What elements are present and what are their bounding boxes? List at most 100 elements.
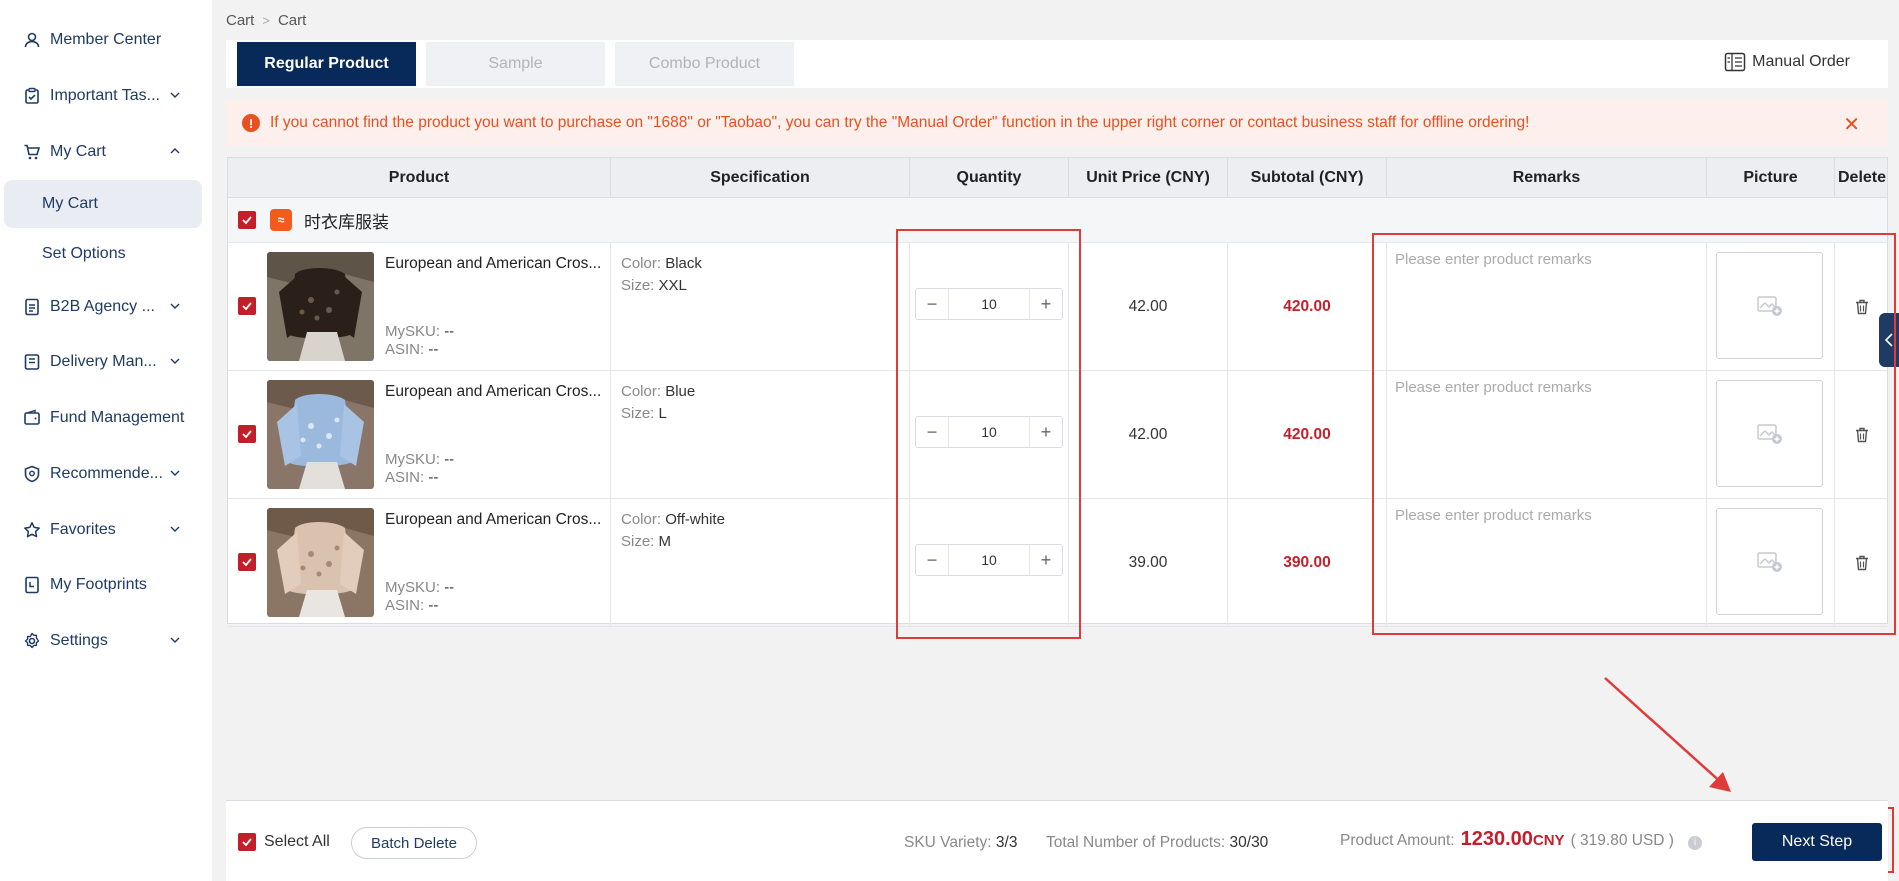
sidebar-item-settings[interactable]: Settings (0, 621, 212, 661)
spec-color-label: Color: (621, 383, 662, 400)
specification-cell: Color: Blue Size: L (611, 371, 910, 499)
spec-color-value: Off-white (665, 511, 725, 528)
row-checkbox[interactable] (238, 425, 256, 443)
gear-icon (22, 631, 42, 651)
sidebar-item-fund-management[interactable]: Fund Management (0, 398, 212, 438)
quantity-highlight-box (896, 229, 1081, 639)
mysku-value: -- (444, 323, 455, 340)
tab-combo-product[interactable]: Combo Product (615, 42, 794, 86)
star-icon (22, 520, 42, 540)
sidebar-item-label: Favorites (50, 521, 116, 538)
unit-price-cell: 39.00 (1069, 499, 1228, 627)
spec-color-label: Color: (621, 255, 662, 272)
sidebar-subitem-label: My Cart (42, 195, 98, 212)
column-header-specification: Specification (611, 158, 910, 198)
shop-checkbox[interactable] (238, 211, 256, 229)
remarks-picture-highlight-box (1372, 233, 1896, 635)
sku-variety-value: 3/3 (995, 834, 1018, 851)
document-icon (22, 297, 42, 317)
check-icon (242, 558, 252, 567)
column-header-picture: Picture (1707, 158, 1835, 198)
sidebar-item-favorites[interactable]: Favorites (0, 510, 212, 550)
sidebar-item-label: My Cart (50, 143, 106, 160)
sidebar-item-delivery-management[interactable]: Delivery Man... (0, 342, 212, 382)
product-asin: ASIN: -- (385, 341, 438, 358)
warning-icon: ! (242, 114, 260, 132)
select-all-check (238, 833, 256, 851)
sidebar-item-recommended[interactable]: Recommende... (0, 454, 212, 494)
spec-size-value: M (658, 533, 672, 550)
cart-footer: Select All Batch Delete SKU Variety: 3/3… (226, 800, 1888, 881)
sidebar-subitem-set-options[interactable]: Set Options (4, 230, 202, 278)
column-header-unit-price: Unit Price (CNY) (1069, 158, 1228, 198)
product-asin: ASIN: -- (385, 469, 438, 486)
manual-order-button[interactable]: Manual Order (1724, 52, 1850, 72)
column-header-quantity: Quantity (910, 158, 1069, 198)
sidebar-item-my-cart[interactable]: My Cart (0, 132, 212, 172)
tab-regular-product[interactable]: Regular Product (237, 42, 416, 86)
row-checkbox[interactable] (238, 553, 256, 571)
row-checkbox[interactable] (238, 297, 256, 315)
product-name[interactable]: European and American Cros... (385, 255, 601, 273)
spec-color: Color: Blue (621, 383, 695, 400)
product-mysku: MySKU: -- (385, 579, 454, 596)
product-name[interactable]: European and American Cros... (385, 383, 601, 401)
chevron-down-icon (170, 358, 180, 364)
asin-value: -- (428, 341, 439, 358)
total-products-value: 30/30 (1229, 834, 1269, 851)
sidebar-item-label: Settings (50, 632, 108, 649)
asin-value: -- (428, 597, 439, 614)
next-step-button[interactable]: Next Step (1752, 823, 1882, 861)
column-header-remarks: Remarks (1387, 158, 1707, 198)
tab-sample[interactable]: Sample (426, 42, 605, 86)
shop-logo-icon: ≈ (270, 209, 292, 231)
spec-size: Size: L (621, 405, 667, 422)
specification-cell: Color: Black Size: XXL (611, 243, 910, 371)
batch-delete-button[interactable]: Batch Delete (351, 827, 477, 859)
product-amount: Product Amount: 1230.00 CNY ( 319.80 USD… (1340, 828, 1702, 851)
unit-price-cell: 42.00 (1069, 371, 1228, 499)
shop-name: 时衣库服装 (304, 212, 389, 232)
sidebar-item-my-footprints[interactable]: My Footprints (0, 565, 212, 605)
spec-size-value: XXL (658, 277, 687, 294)
breadcrumb-item[interactable]: Cart (226, 12, 254, 29)
check-icon (242, 216, 252, 225)
unit-price-cell: 42.00 (1069, 243, 1228, 371)
chevron-down-icon (170, 470, 180, 476)
sidebar-item-label: Important Tas... (50, 87, 160, 104)
check-icon (242, 430, 252, 439)
close-icon[interactable]: ✕ (1843, 112, 1860, 137)
info-icon[interactable]: i (1687, 835, 1702, 850)
chevron-up-icon (170, 148, 180, 154)
spec-size-label: Size: (621, 277, 655, 294)
product-image[interactable] (267, 252, 374, 361)
truck-icon (22, 352, 42, 372)
product-mysku: MySKU: -- (385, 451, 454, 468)
select-all-checkbox[interactable]: Select All (238, 833, 330, 851)
product-asin: ASIN: -- (385, 597, 438, 614)
breadcrumb-item-current: Cart (277, 12, 307, 29)
notice-banner: ! If you cannot find the product you wan… (226, 100, 1888, 146)
spec-size-value: L (658, 405, 667, 422)
sidebar-subitem-label: Set Options (42, 245, 126, 262)
sidebar-item-important-tasks[interactable]: Important Tas... (0, 76, 212, 116)
check-icon (242, 838, 252, 847)
sidebar-item-member-center[interactable]: Member Center (0, 20, 212, 60)
product-name[interactable]: European and American Cros... (385, 511, 601, 529)
sidebar-subitem-my-cart[interactable]: My Cart (4, 180, 202, 228)
clipboard-icon (22, 86, 42, 106)
subtotal-cell: 390.00 (1228, 499, 1387, 627)
sidebar-item-label: Delivery Man... (50, 353, 157, 370)
sidebar-item-label: Member Center (50, 31, 162, 48)
product-amount-value: 1230.00 (1460, 828, 1533, 850)
sidebar-item-label: My Footprints (50, 576, 147, 593)
footprints-icon (22, 575, 42, 595)
sidebar-item-b2b-agency[interactable]: B2B Agency ... (0, 287, 212, 327)
chevron-down-icon (170, 303, 180, 309)
spec-color: Color: Off-white (621, 511, 725, 528)
product-amount-unit: CNY (1532, 832, 1565, 849)
chevron-down-icon (170, 526, 180, 532)
product-image[interactable] (267, 508, 374, 617)
product-image[interactable] (267, 380, 374, 489)
chevron-down-icon (170, 637, 180, 643)
